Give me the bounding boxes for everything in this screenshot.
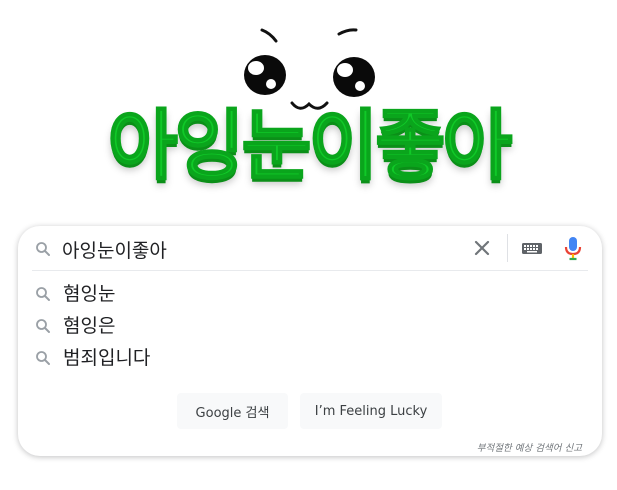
search-icon <box>36 242 50 256</box>
report-predictions-link[interactable]: 부적절한 예상 검색어 신고 <box>477 440 582 454</box>
button-row: Google 검색 I’m Feeling Lucky <box>18 393 602 429</box>
search-bar <box>18 226 602 270</box>
left-eye-icon <box>244 55 286 95</box>
suggestion-label: 혐잉눈 <box>63 283 116 305</box>
suggestion-item[interactable]: 범죄입니다 <box>18 342 602 374</box>
logo-text: 아잉눈이좋아 <box>107 100 514 191</box>
feeling-lucky-button[interactable]: I’m Feeling Lucky <box>300 393 442 429</box>
page: 아잉눈이좋아 아잉눈이좋아 혐잉눈 혐잉은 범죄입니다 Google 검색 I’… <box>0 0 617 490</box>
left-eyebrow <box>260 28 278 43</box>
suggestion-label: 범죄입니다 <box>63 347 151 369</box>
mic-icon[interactable] <box>562 235 584 261</box>
right-eyebrow <box>337 28 358 36</box>
right-eye-icon <box>333 57 375 97</box>
separator <box>32 270 588 271</box>
keyboard-icon[interactable] <box>521 239 543 257</box>
suggestion-label: 혐잉은 <box>63 315 116 337</box>
google-search-button[interactable]: Google 검색 <box>177 393 288 429</box>
search-icon <box>36 287 50 301</box>
search-input[interactable] <box>62 234 462 264</box>
divider <box>507 234 508 262</box>
search-icon <box>36 319 50 333</box>
suggestion-item[interactable]: 혐잉은 <box>18 310 602 342</box>
doodle-logo[interactable]: 아잉눈이좋아 <box>0 0 617 200</box>
suggestion-item[interactable]: 혐잉눈 <box>18 278 602 310</box>
close-icon[interactable] <box>470 236 494 260</box>
search-box: 혐잉눈 혐잉은 범죄입니다 Google 검색 I’m Feeling Luck… <box>18 226 602 456</box>
search-icon <box>36 351 50 365</box>
suggestion-list: 혐잉눈 혐잉은 범죄입니다 <box>18 278 602 374</box>
